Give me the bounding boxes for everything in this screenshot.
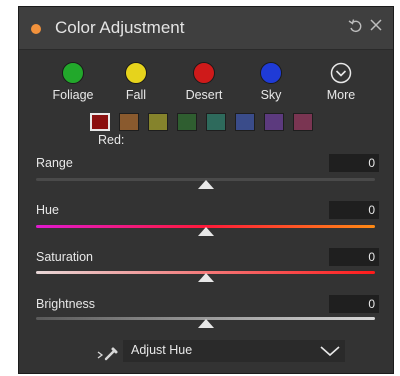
saturation-label: Saturation xyxy=(36,250,93,264)
hue-label: Hue xyxy=(36,203,59,217)
selected-swatch-label: Red: xyxy=(98,133,125,147)
preset-label: More xyxy=(326,88,356,102)
panel-title: Color Adjustment xyxy=(55,18,185,37)
hue-picker-button[interactable] xyxy=(97,346,119,367)
adjust-mode-value: Adjust Hue xyxy=(131,343,193,357)
range-label: Range xyxy=(36,156,73,170)
color-swatch[interactable] xyxy=(264,113,284,131)
panel-header: Color Adjustment xyxy=(19,7,393,50)
color-swatch[interactable] xyxy=(119,113,139,131)
hue-value-field[interactable]: 0 xyxy=(329,201,379,219)
preset-desert[interactable]: Desert xyxy=(172,62,236,102)
preset-label: Fall xyxy=(125,88,147,102)
saturation-slider-thumb[interactable] xyxy=(197,273,214,282)
undo-icon xyxy=(348,19,362,33)
preset-sky[interactable]: Sky xyxy=(239,62,303,102)
range-value-field[interactable]: 0 xyxy=(329,154,379,172)
color-swatch[interactable] xyxy=(148,113,168,131)
color-swatch[interactable] xyxy=(235,113,255,131)
eyedropper-icon xyxy=(97,347,118,361)
preset-label: Sky xyxy=(260,88,282,102)
color-swatch[interactable] xyxy=(90,113,110,131)
hue-slider-thumb[interactable] xyxy=(197,227,214,236)
color-swatch[interactable] xyxy=(293,113,313,131)
brightness-slider-thumb[interactable] xyxy=(197,319,214,328)
adjust-mode-dropdown[interactable]: Adjust Hue xyxy=(123,340,345,362)
chevron-down-icon xyxy=(320,346,340,357)
close-icon xyxy=(370,19,382,31)
sky-color-icon xyxy=(260,62,282,84)
foliage-color-icon xyxy=(62,62,84,84)
range-slider-thumb[interactable] xyxy=(197,180,214,189)
chevron-circle-down-icon xyxy=(330,62,352,84)
panel-status-dot xyxy=(31,24,41,34)
brightness-value-field[interactable]: 0 xyxy=(329,295,379,313)
preset-more[interactable]: More xyxy=(309,62,373,102)
color-swatch[interactable] xyxy=(206,113,226,131)
color-adjustment-panel: Color Adjustment Foliage Fall Desert Sky xyxy=(18,6,394,374)
color-swatch[interactable] xyxy=(177,113,197,131)
preset-label: Desert xyxy=(185,88,223,102)
fall-color-icon xyxy=(125,62,147,84)
preset-label: Foliage xyxy=(52,88,94,102)
brightness-label: Brightness xyxy=(36,297,96,311)
preset-fall[interactable]: Fall xyxy=(104,62,168,102)
saturation-value-field[interactable]: 0 xyxy=(329,248,379,266)
desert-color-icon xyxy=(193,62,215,84)
preset-foliage[interactable]: Foliage xyxy=(41,62,105,102)
close-button[interactable] xyxy=(368,17,384,38)
reset-button[interactable] xyxy=(347,17,365,40)
